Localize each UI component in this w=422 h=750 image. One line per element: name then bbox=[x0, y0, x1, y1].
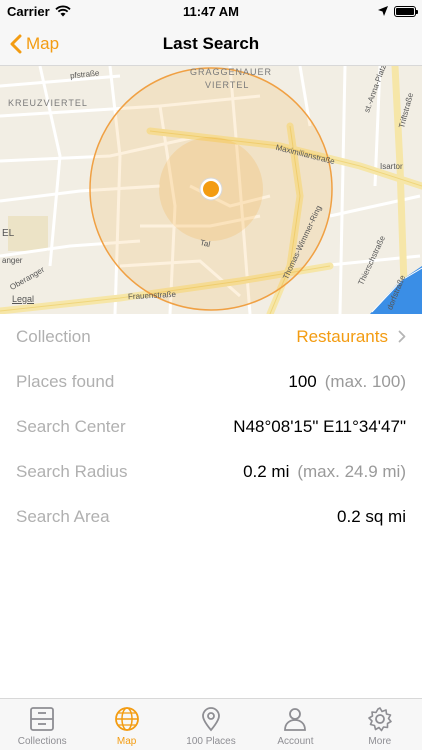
search-area-row: Search Area 0.2 sq mi bbox=[0, 494, 422, 539]
search-radius-value: 0.2 mi bbox=[243, 461, 290, 481]
globe-icon bbox=[114, 707, 139, 731]
places-found-value: 100 bbox=[288, 371, 317, 391]
places-found-label: Places found bbox=[16, 371, 115, 391]
search-center-label: Search Center bbox=[16, 416, 126, 436]
street-label: EL bbox=[2, 228, 15, 239]
location-arrow-icon bbox=[378, 6, 388, 16]
search-radius-row: Search Radius 0.2 mi (max. 24.9 mi) bbox=[0, 449, 422, 494]
tab-map[interactable]: Map bbox=[84, 699, 168, 750]
district-label: GRAGGENAUER bbox=[190, 67, 273, 77]
district-label: KREUZVIERTEL bbox=[8, 98, 88, 108]
search-area-label: Search Area bbox=[16, 506, 110, 526]
chevron-right-icon bbox=[398, 330, 406, 343]
tab-more[interactable]: More bbox=[338, 699, 422, 750]
tab-places[interactable]: 100 Places bbox=[169, 699, 253, 750]
tab-label: Account bbox=[277, 736, 314, 747]
tab-label: Collections bbox=[17, 736, 67, 747]
navigation-bar: Map Last Search bbox=[0, 22, 422, 66]
search-area-value: 0.2 sq mi bbox=[337, 506, 406, 526]
collection-label: Collection bbox=[16, 326, 91, 346]
tab-bar: Collections Map 100 Places Account More bbox=[0, 698, 422, 750]
clock-label: 11:47 AM bbox=[183, 4, 239, 19]
pin-icon bbox=[202, 707, 220, 732]
street-label: anger bbox=[2, 256, 23, 265]
search-center-value: N48°08'15" E11°34'47" bbox=[233, 416, 406, 436]
tab-collections[interactable]: Collections bbox=[0, 699, 84, 750]
gear-icon bbox=[368, 707, 392, 732]
battery-icon bbox=[394, 6, 418, 17]
places-found-row: Places found 100 (max. 100) bbox=[0, 359, 422, 404]
district-label: VIERTEL bbox=[205, 80, 250, 90]
search-details: Collection Restaurants Places found 100 … bbox=[0, 314, 422, 539]
places-found-max: (max. 100) bbox=[324, 371, 406, 391]
search-radius-label: Search Radius bbox=[16, 461, 128, 481]
tab-label: 100 Places bbox=[186, 736, 236, 747]
cabinet-icon bbox=[30, 707, 55, 731]
tab-label: Map bbox=[116, 736, 137, 747]
tab-account[interactable]: Account bbox=[253, 699, 337, 750]
tab-label: More bbox=[368, 736, 392, 747]
search-map[interactable]: GRAGGENAUER VIERTEL KREUZVIERTEL Maximil… bbox=[0, 66, 422, 314]
street-label: Tal bbox=[199, 238, 212, 249]
search-radius-max: (max. 24.9 mi) bbox=[297, 461, 406, 481]
status-bar: Carrier 11:47 AM bbox=[0, 0, 422, 22]
search-center-row: Search Center N48°08'15" E11°34'47" bbox=[0, 404, 422, 449]
person-icon bbox=[284, 708, 307, 731]
legal-link[interactable]: Legal bbox=[12, 294, 34, 304]
page-title: Last Search bbox=[162, 34, 260, 53]
street-label: Isartor bbox=[380, 162, 403, 171]
collection-row[interactable]: Collection Restaurants bbox=[0, 314, 422, 359]
collection-value[interactable]: Restaurants bbox=[296, 327, 388, 347]
